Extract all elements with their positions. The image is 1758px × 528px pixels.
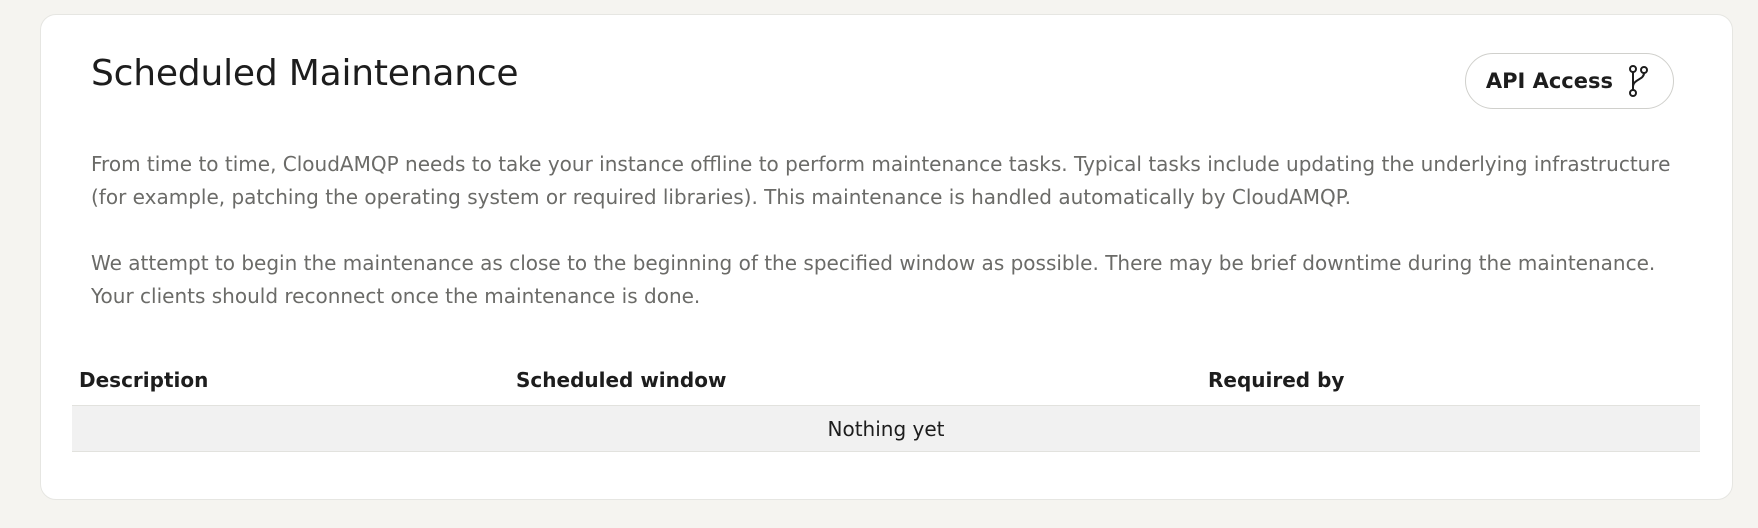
api-access-button[interactable]: API Access: [1464, 53, 1674, 109]
column-header-required-by: Required by: [1208, 368, 1345, 392]
column-header-description: Description: [79, 368, 209, 392]
table-header-row: Description Scheduled window Required by: [72, 355, 1700, 406]
empty-state-row: Nothing yet: [72, 406, 1700, 452]
empty-state-message: Nothing yet: [827, 416, 945, 441]
maintenance-table: Description Scheduled window Required by…: [72, 355, 1700, 452]
git-branch-icon: [1625, 64, 1651, 98]
maintenance-window-paragraph: We attempt to begin the maintenance as c…: [91, 251, 1656, 308]
maintenance-description-paragraph: From time to time, CloudAMQP needs to ta…: [91, 152, 1671, 209]
page-title: Scheduled Maintenance: [91, 53, 519, 94]
maintenance-card: Scheduled Maintenance API Access From ti…: [40, 14, 1733, 500]
column-header-scheduled-window: Scheduled window: [516, 368, 727, 392]
api-access-label: API Access: [1485, 69, 1613, 93]
